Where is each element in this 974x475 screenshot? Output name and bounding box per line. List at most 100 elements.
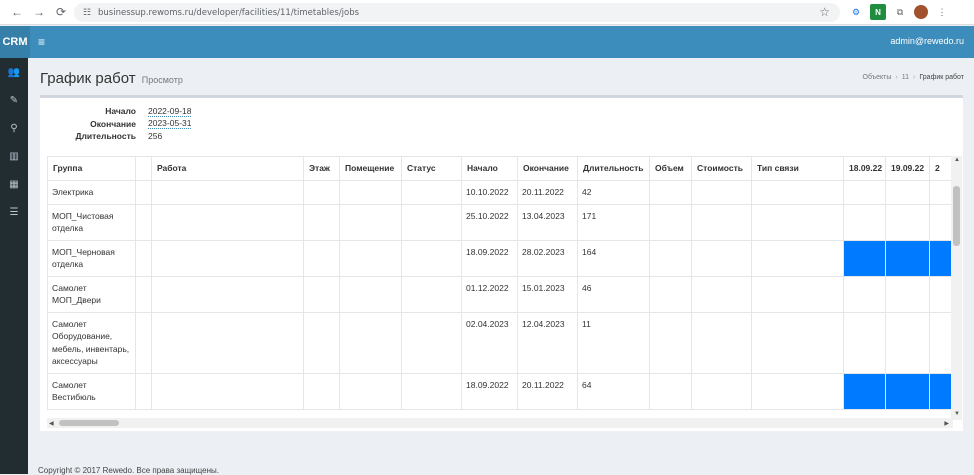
jobs-table: Группа Работа Этаж Помещение Статус Нача…	[47, 156, 951, 410]
cell-link-type	[751, 311, 844, 374]
cell-group: Электрика	[47, 180, 136, 205]
cell-duration: 171	[577, 203, 650, 241]
cell-volume	[649, 372, 692, 410]
cell-blank	[135, 180, 152, 205]
cell-blank	[135, 203, 152, 241]
cell-blank	[135, 311, 152, 374]
breadcrumb-item-objects[interactable]: Объекты	[863, 74, 892, 81]
col-header-work[interactable]: Работа	[151, 156, 304, 181]
info-value-end[interactable]: 2023-05-31	[148, 118, 192, 130]
gantt-cell	[885, 311, 930, 374]
arrow-left-icon[interactable]: ←	[6, 1, 28, 23]
col-header-end[interactable]: Окончание	[517, 156, 578, 181]
table-row[interactable]: МОП_Черновая отделка 18.09.2022 28.02.2023…	[47, 239, 951, 277]
timetable-box: Начало 2022-09-18 Окончание 2023-05-31 Дли…	[40, 95, 963, 431]
vertical-scrollbar[interactable]: ▲ ▼	[951, 156, 962, 420]
info-label-start: Начало	[105, 106, 136, 117]
menu-dots-icon[interactable]: ⋮	[934, 4, 950, 20]
cell-start: 02.04.2023	[461, 311, 518, 374]
bookmark-star-icon[interactable]: ☆	[819, 5, 830, 19]
wrench-icon[interactable]: ✎	[0, 86, 28, 114]
cell-link-type	[751, 239, 844, 277]
cell-end: 20.11.2022	[517, 372, 578, 410]
extensions: ⚙ N ⧉ ⋮	[848, 4, 950, 20]
table-row[interactable]: Самолет МОП_Двери 01.12.2022 15.01.2023 46	[47, 275, 951, 313]
col-header-blank	[135, 156, 152, 181]
breadcrumb-item-facility[interactable]: 11	[902, 74, 909, 81]
cell-volume	[649, 311, 692, 374]
profile-avatar[interactable]	[914, 5, 928, 19]
col-header-volume[interactable]: Объем	[649, 156, 692, 181]
col-header-group[interactable]: Группа	[47, 156, 136, 181]
pin-icon[interactable]: ⚲	[0, 114, 28, 142]
url-text[interactable]: businessup.rewoms.ru/developer/facilitie…	[98, 8, 359, 18]
timetable-info: Начало 2022-09-18 Окончание 2023-05-31 Дли…	[60, 105, 192, 143]
info-label-end: Окончание	[90, 118, 136, 129]
table-row[interactable]: Электрика 10.10.2022 20.11.2022 42	[47, 180, 951, 205]
cell-floor	[303, 372, 340, 410]
cell-status	[401, 275, 462, 313]
gantt-cell	[929, 311, 951, 374]
bar-chart-icon[interactable]: ▥	[0, 142, 28, 170]
extension-n-icon[interactable]: N	[870, 4, 886, 20]
info-value-duration: 256	[148, 131, 163, 142]
cell-start: 18.09.2022	[461, 372, 518, 410]
reload-icon[interactable]: ⟳	[50, 1, 72, 23]
cell-start: 25.10.2022	[461, 203, 518, 241]
cell-group: Самолет Оборудование, мебель, инвентарь,…	[47, 311, 136, 374]
browser-toolbar: ← → ⟳ ☷ businessup.rewoms.ru/developer/f…	[0, 0, 974, 25]
calendar-icon[interactable]: ▦	[0, 170, 28, 198]
cell-start: 10.10.2022	[461, 180, 518, 205]
breadcrumb: Объекты › 11 › График работ	[863, 74, 964, 81]
address-bar[interactable]: ☷ businessup.rewoms.ru/developer/facilit…	[74, 3, 840, 22]
cell-blank	[135, 239, 152, 277]
extensions-puzzle-icon[interactable]: ⧉	[892, 4, 908, 20]
col-header-date-3: 2	[929, 156, 951, 181]
app-logo[interactable]: CRM	[0, 26, 30, 58]
cell-cost	[691, 311, 752, 374]
scroll-left-icon[interactable]: ◀	[49, 420, 54, 427]
cell-blank	[135, 275, 152, 313]
gantt-cell	[929, 203, 951, 241]
jobs-table-container[interactable]: Группа Работа Этаж Помещение Статус Нача…	[47, 156, 951, 420]
cell-work	[151, 180, 304, 205]
extension-icon[interactable]: ⚙	[848, 4, 864, 20]
table-row[interactable]: МОП_Чистовая отделка 25.10.2022 13.04.2023…	[47, 203, 951, 241]
col-header-date-2: 19.09.22	[885, 156, 930, 181]
list-icon[interactable]: ☰	[0, 198, 28, 226]
user-menu[interactable]: admin@rewedo.ru	[890, 36, 964, 46]
cell-work	[151, 311, 304, 374]
table-row[interactable]: Самолет Оборудование, мебель, инвентарь,…	[47, 311, 951, 374]
col-header-cost[interactable]: Стоимость	[691, 156, 752, 181]
vertical-scroll-thumb[interactable]	[953, 186, 960, 246]
content: График работ Просмотр Объекты › 11 › Гра…	[28, 58, 974, 474]
menu-toggle-icon[interactable]: ≡	[38, 35, 45, 49]
col-header-room[interactable]: Помещение	[339, 156, 402, 181]
col-header-start[interactable]: Начало	[461, 156, 518, 181]
cell-end: 20.11.2022	[517, 180, 578, 205]
horizontal-scroll-thumb[interactable]	[59, 420, 119, 426]
arrow-right-icon[interactable]: →	[28, 1, 50, 23]
site-info-icon[interactable]: ☷	[80, 6, 94, 20]
cell-end: 28.02.2023	[517, 239, 578, 277]
gantt-cell	[843, 203, 886, 241]
cell-group: Самолет Вестибюль	[47, 372, 136, 410]
cell-link-type	[751, 372, 844, 410]
scroll-right-icon[interactable]: ▶	[944, 420, 949, 427]
col-header-status[interactable]: Статус	[401, 156, 462, 181]
users-icon[interactable]: 👥	[0, 58, 28, 86]
scroll-down-icon[interactable]: ▼	[954, 411, 960, 417]
col-header-link-type[interactable]: Тип связи	[751, 156, 844, 181]
table-row[interactable]: Самолет Вестибюль 18.09.2022 20.11.2022 64	[47, 372, 951, 410]
col-header-floor[interactable]: Этаж	[303, 156, 340, 181]
scroll-up-icon[interactable]: ▲	[954, 157, 960, 163]
horizontal-scrollbar[interactable]: ◀ ▶	[47, 418, 953, 428]
cell-group: МОП_Чистовая отделка	[47, 203, 136, 241]
info-value-start[interactable]: 2022-09-18	[148, 106, 192, 117]
table-header-row: Группа Работа Этаж Помещение Статус Нача…	[47, 156, 951, 181]
gantt-cell	[843, 239, 886, 277]
col-header-duration[interactable]: Длительность	[577, 156, 650, 181]
cell-duration: 46	[577, 275, 650, 313]
cell-status	[401, 372, 462, 410]
cell-status	[401, 180, 462, 205]
